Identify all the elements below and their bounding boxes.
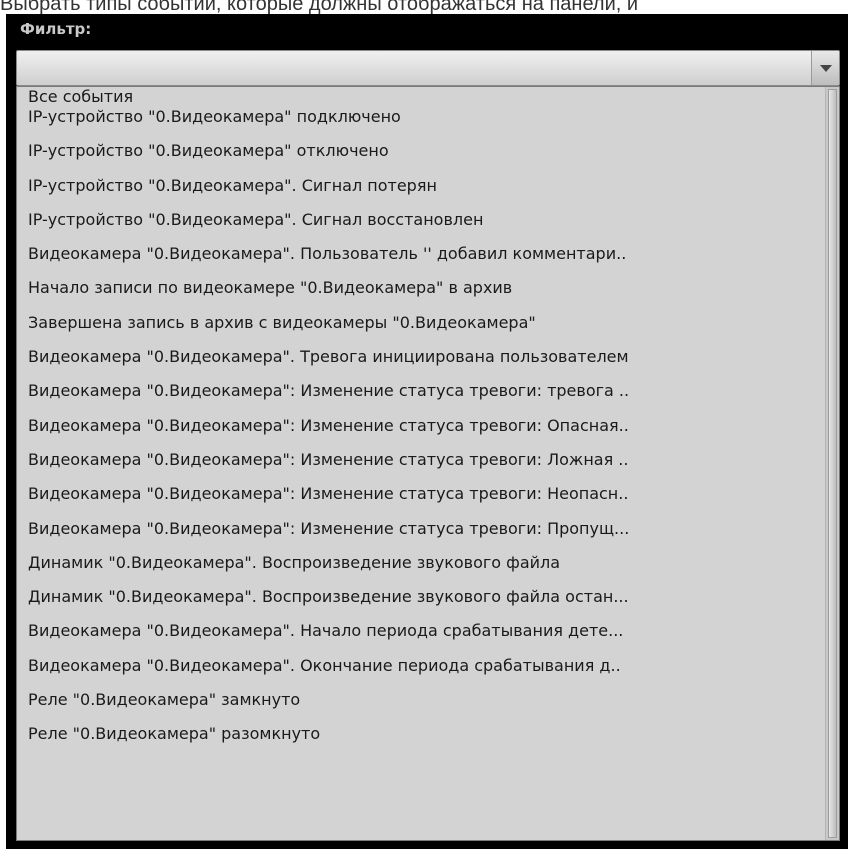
chevron-down-icon xyxy=(820,65,832,72)
event-option[interactable]: Видеокамера "0.Видеокамера". Окончание п… xyxy=(17,656,825,690)
event-option[interactable]: Видеокамера "0.Видеокамера". Пользовател… xyxy=(17,244,825,278)
event-option[interactable]: IP-устройство "0.Видеокамера". Сигнал по… xyxy=(17,176,825,210)
filter-combobox[interactable] xyxy=(16,50,840,86)
event-option[interactable]: Видеокамера "0.Видеокамера": Изменение с… xyxy=(17,484,825,518)
event-option[interactable]: Реле "0.Видеокамера" замкнуто xyxy=(17,690,825,724)
event-option[interactable]: Видеокамера "0.Видеокамера": Изменение с… xyxy=(17,519,825,553)
event-option[interactable]: Видеокамера "0.Видеокамера". Начало пери… xyxy=(17,621,825,655)
event-option[interactable]: Завершена запись в архив с видеокамеры "… xyxy=(17,313,825,347)
filter-label: Фильтр: xyxy=(20,20,92,38)
event-type-list: Все события IP-устройство "0.Видеокамера"… xyxy=(17,87,825,840)
scrollbar-thumb[interactable] xyxy=(828,89,837,838)
event-option[interactable]: Видеокамера "0.Видеокамера". Тревога ини… xyxy=(17,347,825,381)
event-option[interactable]: IP-устройство "0.Видеокамера". Сигнал во… xyxy=(17,210,825,244)
filter-dropdown-button[interactable] xyxy=(811,51,839,85)
filter-panel: Фильтр: Все события IP-устройство "0.Виде… xyxy=(6,14,848,849)
event-option[interactable]: Динамик "0.Видеокамера". Воспроизведение… xyxy=(17,587,825,621)
event-option[interactable]: Динамик "0.Видеокамера". Воспроизведение… xyxy=(17,553,825,587)
event-option[interactable]: IP-устройство "0.Видеокамера" подключено xyxy=(17,107,825,141)
event-option[interactable]: Начало записи по видеокамере "0.Видеокам… xyxy=(17,278,825,312)
page: Выбрать типы событий, которые должны ото… xyxy=(0,0,848,849)
event-option[interactable]: Видеокамера "0.Видеокамера": Изменение с… xyxy=(17,416,825,450)
filter-dropdown-list: Все события IP-устройство "0.Видеокамера"… xyxy=(16,86,840,841)
event-option[interactable]: Видеокамера "0.Видеокамера": Изменение с… xyxy=(17,381,825,415)
event-option[interactable]: Видеокамера "0.Видеокамера": Изменение с… xyxy=(17,450,825,484)
event-option[interactable]: Реле "0.Видеокамера" разомкнуто xyxy=(17,724,825,758)
dropdown-scrollbar[interactable] xyxy=(825,87,839,840)
event-option[interactable]: Все события xyxy=(17,87,825,107)
event-option[interactable]: IP-устройство "0.Видеокамера" отключено xyxy=(17,141,825,175)
